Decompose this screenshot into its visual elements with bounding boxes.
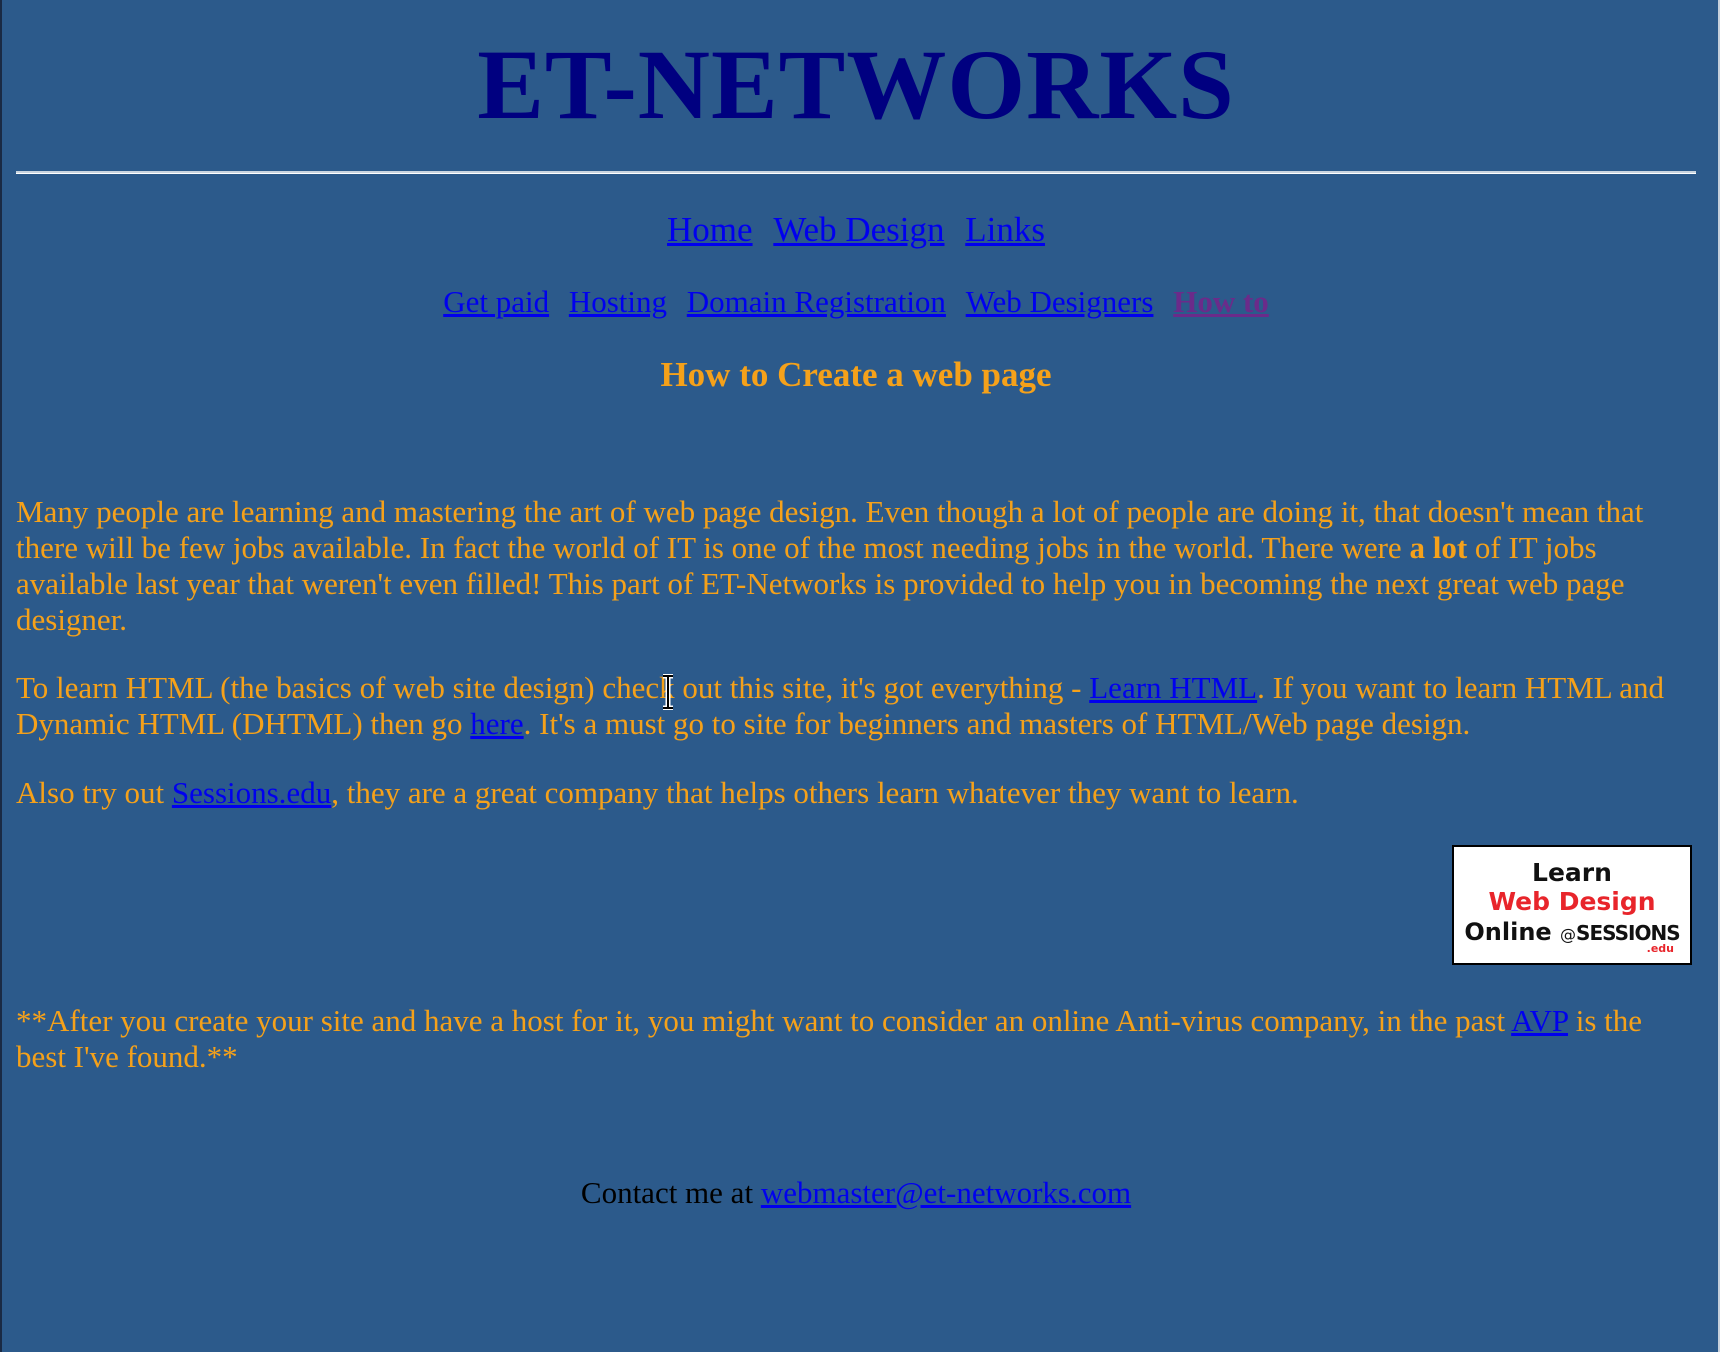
contact-line: Contact me at webmaster@et-networks.com	[16, 1175, 1696, 1211]
window-left-border	[0, 0, 2, 1352]
nav-link-how-to[interactable]: How to	[1173, 284, 1269, 319]
nav-link-hosting[interactable]: Hosting	[569, 284, 667, 319]
nav-link-web-designers[interactable]: Web Designers	[966, 284, 1154, 319]
banner-at-sign: @	[1560, 925, 1577, 944]
banner-online-text: Online	[1464, 918, 1552, 946]
contact-prefix: Contact me at	[580, 1175, 761, 1210]
learn-html-paragraph: To learn HTML (the basics of web site de…	[16, 670, 1696, 742]
nav-link-get-paid[interactable]: Get paid	[443, 284, 549, 319]
sessions-text-1: Also try out	[16, 775, 172, 810]
text-cursor-icon	[663, 674, 673, 710]
nav-link-domain-registration[interactable]: Domain Registration	[687, 284, 946, 319]
intro-paragraph: Many people are learning and mastering t…	[16, 494, 1696, 638]
horizontal-rule	[16, 171, 1696, 174]
banner-line-learn: Learn	[1532, 858, 1612, 887]
learn-html-text-3: . It's a must go to site for beginners a…	[523, 706, 1471, 741]
antivirus-paragraph: **After you create your site and have a …	[16, 1003, 1696, 1075]
site-title: ET-NETWORKS	[477, 29, 1235, 140]
avp-link[interactable]: AVP	[1511, 1003, 1568, 1038]
nav-link-web-design[interactable]: Web Design	[773, 210, 944, 249]
learn-html-text-1: To learn HTML (the basics of web site de…	[16, 670, 1090, 705]
sub-navigation: Get paid Hosting Domain Registration Web…	[16, 282, 1696, 322]
banner-line-web-design: Web Design	[1488, 887, 1656, 916]
intro-text-1: Many people are learning and mastering t…	[16, 494, 1644, 565]
nav-link-links[interactable]: Links	[965, 210, 1045, 249]
page-heading: How to Create a web page	[660, 355, 1052, 394]
learn-html-link[interactable]: Learn HTML	[1089, 670, 1257, 705]
here-link[interactable]: here	[470, 706, 523, 741]
antivirus-text-1: **After you create your site and have a …	[16, 1003, 1512, 1038]
sessions-text-2: , they are a great company that helps ot…	[331, 775, 1299, 810]
sessions-paragraph: Also try out Sessions.edu, they are a gr…	[16, 775, 1696, 811]
intro-bold-text: a lot	[1409, 530, 1468, 565]
sessions-edu-link[interactable]: Sessions.edu	[172, 775, 331, 810]
contact-email-link[interactable]: webmaster@et-networks.com	[761, 1175, 1131, 1210]
main-navigation: Home Web Design Links	[16, 208, 1696, 252]
sessions-banner-ad[interactable]: Learn Web Design Online @SESSIONS .edu	[1452, 845, 1692, 965]
nav-link-home[interactable]: Home	[667, 210, 753, 249]
banner-edu-tag: .edu	[1646, 942, 1674, 955]
